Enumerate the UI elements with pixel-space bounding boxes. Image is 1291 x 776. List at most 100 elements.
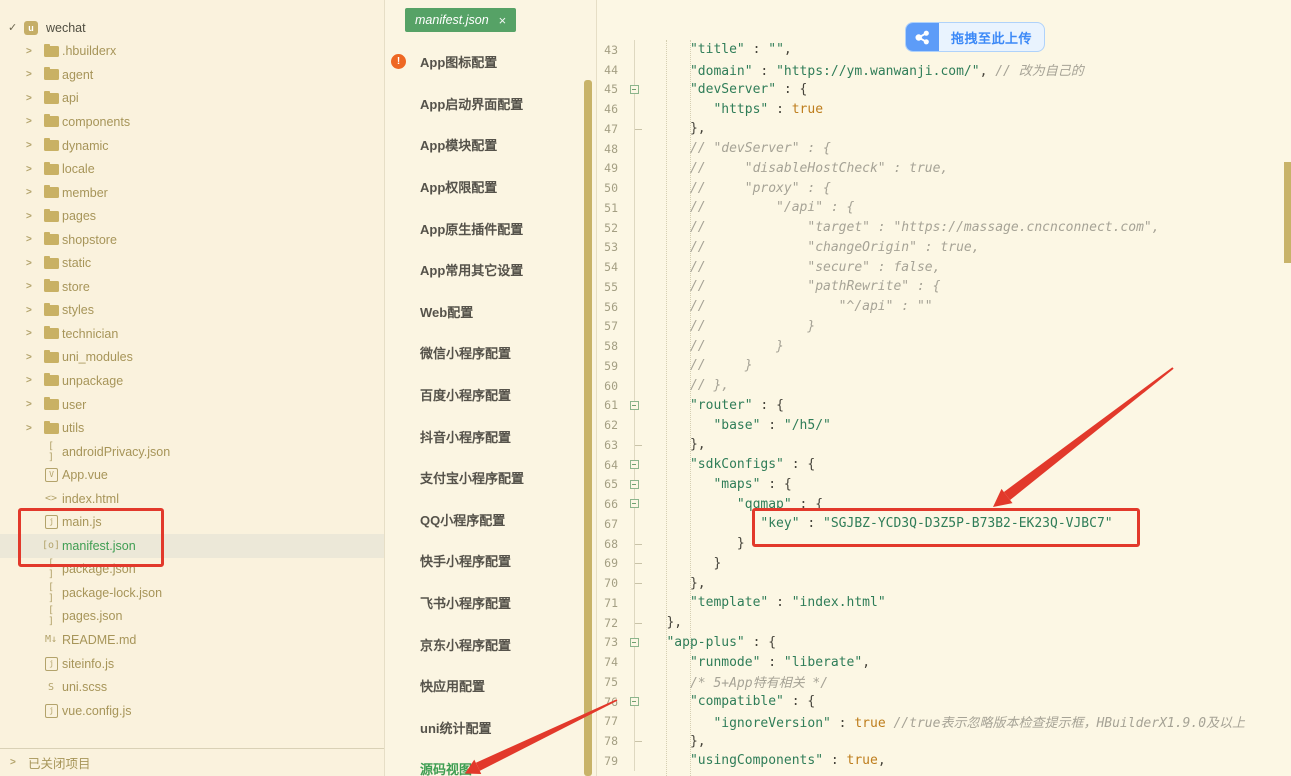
tree-file-item[interactable]: [ ]pages.json	[0, 605, 384, 629]
fold-gutter[interactable]	[627, 475, 643, 495]
tree-folder-item[interactable]: >dynamic	[0, 134, 384, 158]
closed-projects-label: 已关闭项目	[28, 753, 91, 772]
tree-folder-item[interactable]: >utils	[0, 416, 384, 440]
config-nav-item[interactable]: 快应用配置	[385, 665, 596, 707]
config-scrollbar-thumb[interactable]	[584, 80, 592, 776]
tree-folder-item[interactable]: >uni_modules	[0, 346, 384, 370]
chevron-right-icon[interactable]: >	[26, 140, 36, 151]
code-token	[643, 161, 690, 176]
line-number: 78	[597, 734, 627, 748]
config-nav-item[interactable]: 京东小程序配置	[385, 623, 596, 665]
config-nav-item[interactable]: 源码视图	[385, 748, 596, 776]
tree-folder-item[interactable]: >user	[0, 393, 384, 417]
tree-folder-item[interactable]: >store	[0, 275, 384, 299]
fold-collapse-icon[interactable]	[630, 480, 639, 489]
fold-collapse-icon[interactable]	[630, 401, 639, 410]
chevron-right-icon[interactable]: >	[26, 234, 36, 245]
config-nav-item[interactable]: !App图标配置	[385, 41, 596, 83]
chevron-right-icon[interactable]: >	[26, 258, 36, 269]
tree-file-item[interactable]: jsiteinfo.js	[0, 652, 384, 676]
fold-collapse-icon[interactable]	[630, 697, 639, 706]
tree-file-item[interactable]: jvue.config.js	[0, 699, 384, 723]
code-area[interactable]: 43 "title" : "",44 "domain" : "https://y…	[597, 40, 1291, 771]
tree-folder-item[interactable]: > pages	[0, 204, 384, 228]
config-nav-item[interactable]: 支付宝小程序配置	[385, 457, 596, 499]
tree-file-item[interactable]: <>index.html	[0, 487, 384, 511]
fold-gutter	[627, 40, 643, 60]
tree-file-item[interactable]: jmain.js	[0, 510, 384, 534]
tree-folder-item[interactable]: >.hbuilderx	[0, 40, 384, 64]
fold-gutter[interactable]	[627, 633, 643, 653]
config-nav-item[interactable]: 百度小程序配置	[385, 374, 596, 416]
config-nav-item[interactable]: App原生插件配置	[385, 207, 596, 249]
tree-folder-item[interactable]: >locale	[0, 157, 384, 181]
chevron-right-icon[interactable]: >	[26, 164, 36, 175]
tree-file-item[interactable]: [o]manifest.json	[0, 534, 384, 558]
fold-gutter[interactable]	[627, 455, 643, 475]
config-nav-item[interactable]: Web配置	[385, 291, 596, 333]
chevron-right-icon[interactable]: >	[26, 375, 36, 386]
chevron-right-icon[interactable]: >	[26, 211, 36, 222]
tree-item-project[interactable]: ✓uwechat	[0, 16, 384, 40]
code-token: },	[643, 734, 706, 749]
fold-gutter[interactable]	[627, 80, 643, 100]
chevron-right-icon[interactable]: >	[26, 328, 36, 339]
tree-folder-item[interactable]: >static	[0, 251, 384, 275]
chevron-right-icon[interactable]: >	[26, 69, 36, 80]
tree-folder-item[interactable]: >api	[0, 87, 384, 111]
json-file-icon: [ ]	[42, 441, 60, 463]
tree-file-item[interactable]: [ ]androidPrivacy.json	[0, 440, 384, 464]
chevron-right-icon[interactable]: >	[26, 399, 36, 410]
config-nav-item[interactable]: QQ小程序配置	[385, 499, 596, 541]
code-token: "app-plus"	[666, 635, 744, 650]
tree-folder-item[interactable]: >unpackage	[0, 369, 384, 393]
code-editor[interactable]: 43 "title" : "",44 "domain" : "https://y…	[597, 0, 1291, 776]
code-token: "maps"	[713, 477, 760, 492]
config-nav-item[interactable]: App启动界面配置	[385, 83, 596, 125]
fold-collapse-icon[interactable]	[630, 85, 639, 94]
config-nav-item[interactable]: 微信小程序配置	[385, 332, 596, 374]
folder-name: pages	[62, 209, 96, 223]
fold-collapse-icon[interactable]	[630, 460, 639, 469]
fold-gutter[interactable]	[627, 396, 643, 416]
fold-gutter	[627, 731, 643, 751]
config-nav-item[interactable]: uni统计配置	[385, 707, 596, 749]
config-nav-item[interactable]: App常用其它设置	[385, 249, 596, 291]
chevron-right-icon[interactable]: >	[26, 46, 36, 57]
editor-scrollbar-thumb[interactable]	[1284, 162, 1291, 263]
config-nav-item[interactable]: 快手小程序配置	[385, 540, 596, 582]
tree-file-item[interactable]: [ ]package.json	[0, 558, 384, 582]
tree-folder-item[interactable]: >styles	[0, 299, 384, 323]
fold-collapse-icon[interactable]	[630, 499, 639, 508]
tab-manifest-json[interactable]: manifest.json ×	[405, 8, 516, 32]
tree-folder-item[interactable]: >technician	[0, 322, 384, 346]
config-nav-item[interactable]: 抖音小程序配置	[385, 415, 596, 457]
fold-gutter[interactable]	[627, 692, 643, 712]
fold-gutter[interactable]	[627, 494, 643, 514]
tree-file-item[interactable]: Suni.scss	[0, 675, 384, 699]
tree-folder-item[interactable]: >components	[0, 110, 384, 134]
warning-icon: !	[391, 54, 406, 69]
fold-collapse-icon[interactable]	[630, 638, 639, 647]
chevron-right-icon[interactable]: >	[26, 281, 36, 292]
config-nav-item[interactable]: App权限配置	[385, 166, 596, 208]
tree-folder-item[interactable]: >agent	[0, 63, 384, 87]
closed-projects-row[interactable]: > 已关闭项目	[0, 748, 384, 776]
chevron-right-icon[interactable]: >	[26, 305, 36, 316]
tree-file-item[interactable]: VApp.vue	[0, 463, 384, 487]
chevron-right-icon[interactable]: >	[26, 93, 36, 104]
tree-folder-item[interactable]: >member	[0, 181, 384, 205]
tree-file-item[interactable]: [ ]package-lock.json	[0, 581, 384, 605]
tree-file-item[interactable]: M↓README.md	[0, 628, 384, 652]
chevron-right-icon[interactable]: >	[26, 187, 36, 198]
config-nav-item[interactable]: 飞书小程序配置	[385, 582, 596, 624]
tree-folder-item[interactable]: >shopstore	[0, 228, 384, 252]
chevron-right-icon[interactable]: >	[26, 116, 36, 127]
chevron-right-icon[interactable]: >	[26, 423, 36, 434]
code-text: "maps" : {	[643, 477, 792, 492]
close-icon[interactable]: ×	[499, 13, 507, 28]
chevron-expanded-icon[interactable]: ✓	[8, 21, 24, 34]
drag-upload-badge[interactable]: 拖拽至此上传	[905, 22, 1045, 52]
config-nav-item[interactable]: App模块配置	[385, 124, 596, 166]
chevron-right-icon[interactable]: >	[26, 352, 36, 363]
